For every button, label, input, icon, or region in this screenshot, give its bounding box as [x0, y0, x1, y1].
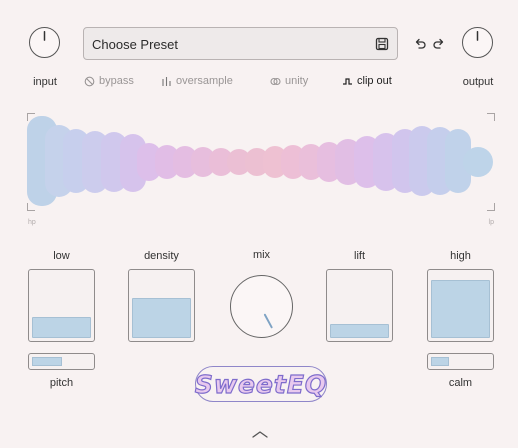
mix-label: mix	[252, 249, 271, 261]
oversample-icon	[162, 76, 171, 86]
unity-label: unity	[285, 75, 309, 87]
mix-knob[interactable]	[230, 275, 293, 338]
input-knob[interactable]	[29, 27, 60, 58]
pitch-label: pitch	[49, 377, 74, 389]
calm-slider-fill	[431, 357, 449, 366]
spectrum-bands	[27, 116, 493, 206]
spectrum-display[interactable]: hp lp	[27, 113, 495, 226]
density-fader-fill	[132, 298, 191, 338]
bypass-icon	[84, 76, 95, 86]
hp-label: hp	[28, 219, 36, 226]
chevron-up-icon[interactable]	[251, 430, 269, 438]
oversample-toggle[interactable]: oversample	[161, 75, 233, 87]
oversample-label: oversample	[176, 75, 233, 87]
input-knob-needle	[43, 30, 46, 41]
lp-label: lp	[488, 219, 494, 226]
spectrum-band	[463, 147, 493, 177]
density-label: density	[144, 250, 179, 262]
output-knob[interactable]	[462, 27, 493, 58]
low-label: low	[53, 250, 70, 262]
save-icon[interactable]	[375, 37, 389, 51]
redo-icon[interactable]	[432, 37, 446, 51]
output-label: output	[462, 76, 494, 88]
calm-slider[interactable]	[427, 353, 494, 370]
output-knob-needle	[476, 30, 479, 41]
input-label: input	[33, 76, 57, 88]
sweeteq-logo: SweetEQ	[194, 366, 327, 402]
pitch-slider-fill	[32, 357, 62, 366]
pitch-slider[interactable]	[28, 353, 95, 370]
clip-out-label: clip out	[357, 75, 392, 87]
high-label: high	[450, 250, 471, 262]
unity-icon	[270, 77, 281, 85]
lift-fader[interactable]	[326, 269, 393, 342]
high-fader-fill	[431, 280, 490, 338]
calm-label: calm	[448, 377, 473, 389]
low-fader[interactable]	[28, 269, 95, 342]
preset-selector[interactable]: Choose Preset	[83, 27, 398, 60]
preset-placeholder: Choose Preset	[92, 37, 178, 52]
bypass-toggle[interactable]: bypass	[84, 75, 134, 87]
lift-fader-fill	[330, 324, 389, 338]
clip-icon	[343, 77, 352, 85]
undo-icon[interactable]	[413, 37, 427, 51]
high-fader[interactable]	[427, 269, 494, 342]
bypass-label: bypass	[99, 75, 134, 87]
density-fader[interactable]	[128, 269, 195, 342]
unity-toggle[interactable]: unity	[270, 75, 308, 87]
mix-knob-needle	[263, 313, 273, 329]
low-fader-fill	[32, 317, 91, 338]
clip-out-toggle[interactable]: clip out	[342, 75, 392, 87]
lift-label: lift	[354, 250, 365, 262]
